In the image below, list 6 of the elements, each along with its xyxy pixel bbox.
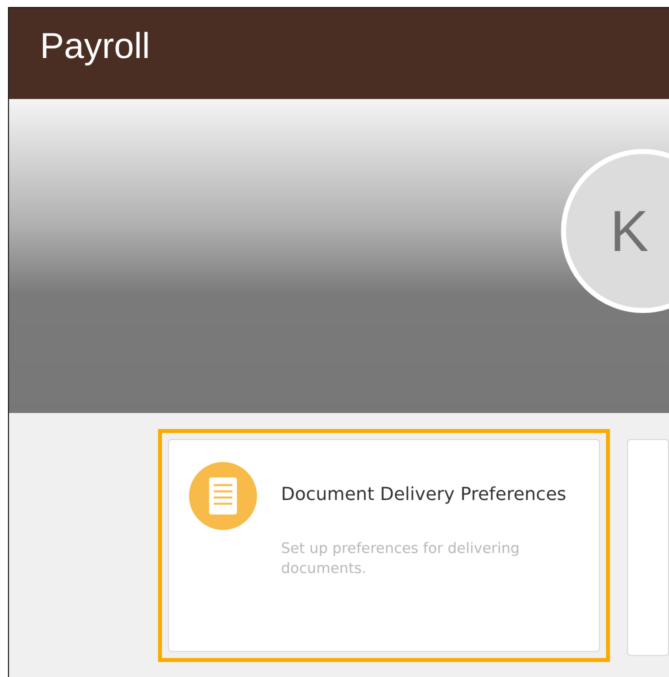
card-title: Document Delivery Preferences: [281, 484, 566, 505]
app-title: Payroll: [40, 25, 150, 67]
avatar-initials: K: [610, 198, 649, 264]
card-description: Set up preferences for delivering documents.: [281, 540, 521, 579]
document-icon: [189, 462, 257, 530]
card[interactable]: Document Delivery Preferences Set up preferences for delivering documents.: [168, 439, 600, 652]
